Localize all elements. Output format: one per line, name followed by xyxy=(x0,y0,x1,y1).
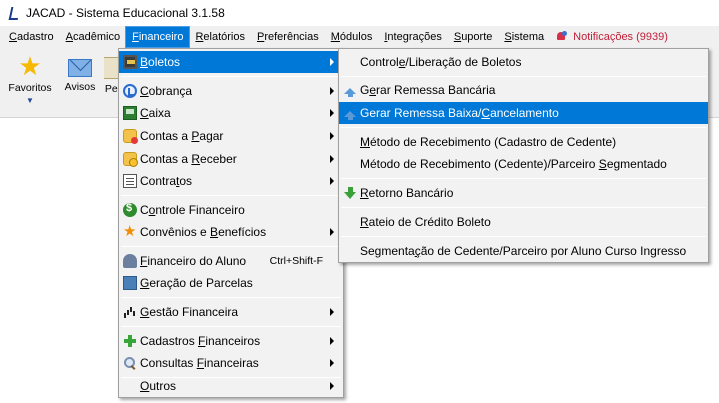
menu-item-retorno-bancario[interactable]: Retorno Bancário xyxy=(339,182,708,204)
contas-pagar-icon xyxy=(123,129,138,144)
submenu-arrow-icon xyxy=(330,177,334,185)
financeiro-menu: Boletos Cobrança Caixa Contas a Pagar Co… xyxy=(118,48,344,398)
financeiro-aluno-icon xyxy=(123,254,137,268)
notification-icon xyxy=(556,31,568,43)
contas-receber-icon xyxy=(123,152,138,167)
menu-modulos[interactable]: Módulos xyxy=(325,27,379,47)
menu-relatorios[interactable]: Relatórios xyxy=(189,27,251,47)
menu-notificacoes[interactable]: Notificações (9939) xyxy=(550,27,674,47)
menu-item-consultas-financeiras[interactable]: Consultas Financeiras xyxy=(119,352,343,374)
menu-preferencias[interactable]: Preferências xyxy=(251,27,325,47)
controle-financeiro-icon xyxy=(123,202,137,217)
contratos-icon xyxy=(123,174,137,188)
window-title: JACAD - Sistema Educacional 3.1.58 xyxy=(26,6,225,20)
cobranca-icon xyxy=(123,84,137,98)
menu-item-outros[interactable]: Outros xyxy=(119,375,343,397)
submenu-arrow-icon xyxy=(330,308,334,316)
menu-bar: Cadastro Acadêmico Financeiro Relatórios… xyxy=(0,26,719,48)
menu-item-convenios[interactable]: ★ Convênios e Benefícios xyxy=(119,221,343,243)
menu-item-contratos[interactable]: Contratos xyxy=(119,170,343,192)
menu-item-metodo-recebimento-cadastro[interactable]: Método de Recebimento (Cadastro de Ceden… xyxy=(339,131,708,153)
upload-arrow-icon xyxy=(343,83,357,97)
submenu-arrow-icon xyxy=(330,228,334,236)
geracao-parcelas-icon xyxy=(123,276,137,290)
download-arrow-icon xyxy=(343,186,357,200)
submenu-arrow-icon xyxy=(330,58,334,66)
menu-item-financeiro-aluno[interactable]: Financeiro do Aluno Ctrl+Shift-F xyxy=(119,250,343,272)
menu-suporte[interactable]: Suporte xyxy=(448,27,499,47)
app-window: JACAD - Sistema Educacional 3.1.58 Cadas… xyxy=(0,0,719,403)
boletos-submenu: Controle/Liberação de Boletos Gerar Reme… xyxy=(338,48,709,263)
menu-item-gerar-remessa-baixa[interactable]: Gerar Remessa Baixa/Cancelamento xyxy=(339,102,708,124)
menu-item-controle-financeiro[interactable]: Controle Financeiro xyxy=(119,199,343,221)
upload-arrow-icon xyxy=(343,106,357,120)
convenios-icon: ★ xyxy=(123,223,137,240)
menu-item-gestao-financeira[interactable]: Gestão Financeira xyxy=(119,301,343,323)
menu-cadastro[interactable]: Cadastro xyxy=(3,27,60,47)
submenu-arrow-icon xyxy=(330,87,334,95)
menu-item-boletos[interactable]: Boletos xyxy=(119,51,343,73)
submenu-arrow-icon xyxy=(330,132,334,140)
menu-financeiro[interactable]: Financeiro xyxy=(125,26,191,48)
title-bar: JACAD - Sistema Educacional 3.1.58 xyxy=(0,0,719,26)
submenu-arrow-icon xyxy=(330,359,334,367)
menu-item-controle-liberacao-boletos[interactable]: Controle/Liberação de Boletos xyxy=(339,51,708,73)
dropdown-arrow-icon: ▼ xyxy=(26,96,34,105)
menu-item-geracao-parcelas[interactable]: Geração de Parcelas xyxy=(119,272,343,294)
consultas-financeiras-icon xyxy=(123,356,137,370)
menu-item-rateio-credito-boleto[interactable]: Rateio de Crédito Boleto xyxy=(339,211,708,233)
gestao-financeira-icon xyxy=(123,305,137,319)
submenu-arrow-icon xyxy=(330,337,334,345)
menu-academico[interactable]: Acadêmico xyxy=(60,27,126,47)
star-icon: ★ xyxy=(18,51,42,81)
favoritos-button[interactable]: ★ Favoritos ▼ xyxy=(8,51,52,105)
menu-item-contas-pagar[interactable]: Contas a Pagar xyxy=(119,125,343,147)
avisos-button[interactable]: Avisos xyxy=(60,54,100,93)
menu-item-cadastros-financeiros[interactable]: Cadastros Financeiros xyxy=(119,330,343,352)
jacad-logo-icon xyxy=(8,6,20,20)
menu-item-gerar-remessa-bancaria[interactable]: Gerar Remessa Bancária xyxy=(339,79,708,101)
menu-sistema[interactable]: Sistema xyxy=(498,27,550,47)
envelope-icon xyxy=(68,59,92,77)
submenu-arrow-icon xyxy=(330,109,334,117)
submenu-arrow-icon xyxy=(330,382,334,390)
submenu-arrow-icon xyxy=(330,155,334,163)
menu-integracoes[interactable]: Integrações xyxy=(378,27,448,47)
cadastros-financeiros-icon xyxy=(123,334,137,348)
shortcut-label: Ctrl+Shift-F xyxy=(269,255,323,267)
menu-item-cobranca[interactable]: Cobrança xyxy=(119,80,343,102)
menu-item-metodo-recebimento-segmentado[interactable]: Método de Recebimento (Cedente)/Parceiro… xyxy=(339,153,708,175)
menu-item-caixa[interactable]: Caixa xyxy=(119,102,343,124)
menu-item-contas-receber[interactable]: Contas a Receber xyxy=(119,148,343,170)
boletos-icon xyxy=(123,55,137,69)
caixa-icon xyxy=(123,106,137,120)
menu-item-segmentacao-cedente[interactable]: Segmentação de Cedente/Parceiro por Alun… xyxy=(339,240,708,262)
